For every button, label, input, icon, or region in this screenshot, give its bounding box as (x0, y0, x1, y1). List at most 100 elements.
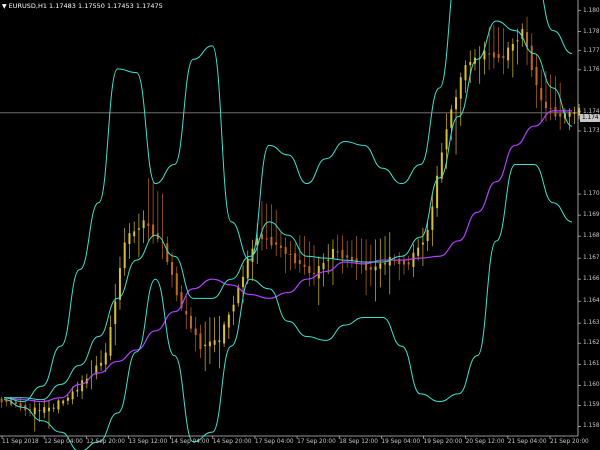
candle-body (303, 264, 306, 267)
candle-body (246, 258, 249, 279)
candle-body (322, 262, 325, 270)
candle-body (313, 273, 316, 275)
time-tick-label: 12 Sep 20:00 (86, 439, 125, 445)
candle-body (38, 410, 41, 412)
candle-body (199, 333, 202, 350)
candle-body (213, 340, 216, 345)
candle-body (374, 266, 377, 271)
series-line-upper (3, 0, 573, 403)
candle-body (142, 220, 145, 229)
candle-body (488, 53, 491, 55)
series-line-lower (3, 163, 573, 450)
candle-body (308, 266, 311, 274)
time-tick-label: 12 Sep 04:00 (44, 439, 83, 445)
candle-body (502, 55, 505, 58)
time-tick-label: 18 Sep 12:00 (339, 439, 378, 445)
candle-body (227, 314, 230, 328)
price-tick-label: 1.16600 (583, 276, 600, 283)
candle-body (464, 65, 467, 81)
candle-body (147, 223, 150, 227)
price-tick-label: 1.16370 (583, 320, 600, 327)
candle-body (275, 242, 278, 245)
candle-body (379, 263, 382, 269)
price-tick-label: 1.15940 (583, 402, 600, 409)
candle-body (346, 255, 349, 258)
price-tick-label: 1.17795 (583, 47, 600, 54)
time-tick-label: 14 Sep 04:00 (170, 439, 210, 445)
candle-body (388, 257, 391, 266)
candle-body (341, 249, 344, 259)
candle-body (289, 253, 292, 255)
candle-body (265, 238, 268, 240)
candle-body (270, 236, 273, 246)
candle-body (242, 276, 245, 288)
candle-body (559, 113, 562, 117)
time-tick-label: 19 Sep 04:00 (381, 439, 421, 445)
candle-body (100, 362, 103, 366)
chart-window[interactable]: ▼ EURUSD,H1 1.17483 1.17550 1.17453 1.174… (0, 0, 600, 450)
price-tick-label: 1.16155 (583, 361, 600, 368)
candle-body (208, 341, 211, 347)
candle-body (492, 52, 495, 58)
price-tick-label: 1.16485 (583, 298, 600, 305)
chart-title: ▼ EURUSD,H1 1.17483 1.17550 1.17453 1.174… (2, 2, 163, 10)
candle-body (104, 352, 107, 365)
candle-body (279, 245, 282, 248)
price-tick-label: 1.16825 (583, 233, 600, 240)
candle-body (0, 398, 3, 403)
candle-body (469, 61, 472, 66)
candle-body (336, 251, 339, 253)
candle-body (128, 233, 131, 245)
candle-body (57, 400, 60, 410)
chart-plot-area[interactable] (0, 0, 600, 450)
price-tick-label: 1.18005 (583, 7, 600, 14)
time-tick-label: 17 Sep 20:00 (297, 439, 336, 445)
candle-body (62, 400, 65, 404)
candle-body (218, 340, 221, 342)
candle-body (421, 242, 424, 245)
series-line-middle (4, 20, 573, 401)
candle-body (511, 43, 514, 51)
candle-body (81, 380, 84, 392)
candle-body (76, 389, 79, 392)
candle-body (568, 112, 571, 117)
candle-body (152, 224, 155, 237)
dropdown-triangle-icon[interactable]: ▼ (2, 3, 7, 10)
candle-body (417, 247, 420, 256)
candle-body (52, 407, 55, 409)
candle-body (185, 310, 188, 315)
candle-body (114, 301, 117, 324)
time-tick-label: 21 Sep 04:00 (507, 439, 547, 445)
candle-body (298, 260, 301, 264)
candle-body (33, 407, 36, 415)
candle-body (66, 397, 69, 401)
candle-body (171, 262, 174, 275)
candle-body (384, 263, 387, 265)
candle-body (118, 268, 121, 300)
candle-body (123, 242, 126, 269)
price-tick-label: 1.16935 (583, 212, 600, 219)
candle-body (544, 101, 547, 109)
price-tick-label: 1.16045 (583, 382, 600, 389)
candle-body (71, 391, 74, 400)
price-tick-label: 1.15830 (583, 423, 600, 430)
candle-body (450, 109, 453, 128)
candle-body (317, 266, 320, 279)
time-tick-label: 19 Sep 20:00 (423, 439, 463, 445)
candle-body (530, 45, 533, 70)
time-tick-label: 11 Sep 2018 (2, 439, 39, 445)
candle-body (573, 112, 576, 114)
candle-body (284, 247, 287, 254)
current-price-tag: 1.17475 (580, 114, 600, 122)
candle-body (507, 47, 510, 61)
candle-body (554, 106, 557, 117)
candle-body (204, 344, 207, 347)
candle-body (14, 401, 17, 404)
price-tick-label: 1.17895 (583, 28, 600, 35)
time-tick-label: 20 Sep 12:00 (465, 439, 505, 445)
candle-body (549, 108, 552, 110)
candle-body (455, 97, 458, 110)
candle-body (459, 77, 462, 99)
price-tick-label: 1.16710 (583, 255, 600, 262)
candle-body (47, 407, 50, 412)
